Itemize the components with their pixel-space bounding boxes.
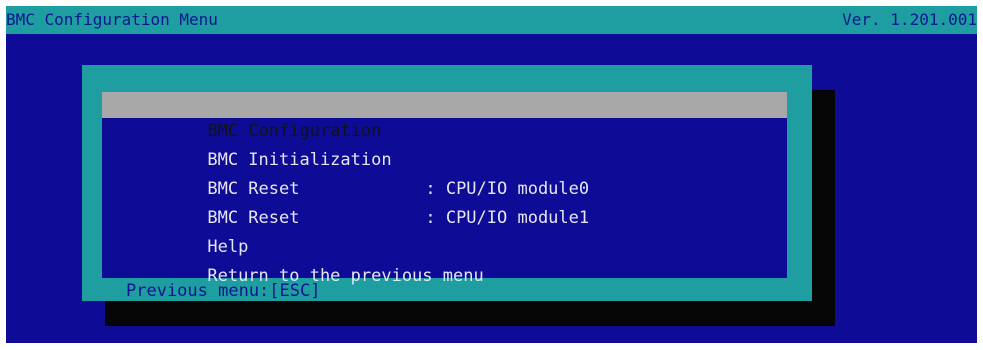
menu-dialog: BMC Configuration BMC Initialization BMC… [82,65,812,301]
screen-background: BMC Configuration Menu Ver. 1.201.001 BM… [6,6,977,343]
menu-list: BMC Configuration BMC Initialization BMC… [102,92,787,301]
footer-hint: Previous menu:[ESC] [126,281,321,301]
menu-item-bmc-reset-module1[interactable]: BMC Reset: CPU/IO module1 [102,179,787,228]
menu-item-return-previous[interactable]: Return to the previous menu [102,237,787,286]
menu-item-help[interactable]: Help [102,208,787,257]
menu-item-bmc-reset-module0[interactable]: BMC Reset: CPU/IO module0 [102,150,787,199]
title-bar: BMC Configuration Menu Ver. 1.201.001 [6,6,977,34]
version-label: Ver. 1.201.001 [842,10,977,29]
menu-item-bmc-configuration[interactable]: BMC Configuration [102,92,787,141]
menu-item-bmc-initialization[interactable]: BMC Initialization [102,121,787,170]
bios-screen: BMC Configuration Menu Ver. 1.201.001 BM… [0,0,983,350]
menu-title: BMC Configuration Menu [6,10,218,29]
